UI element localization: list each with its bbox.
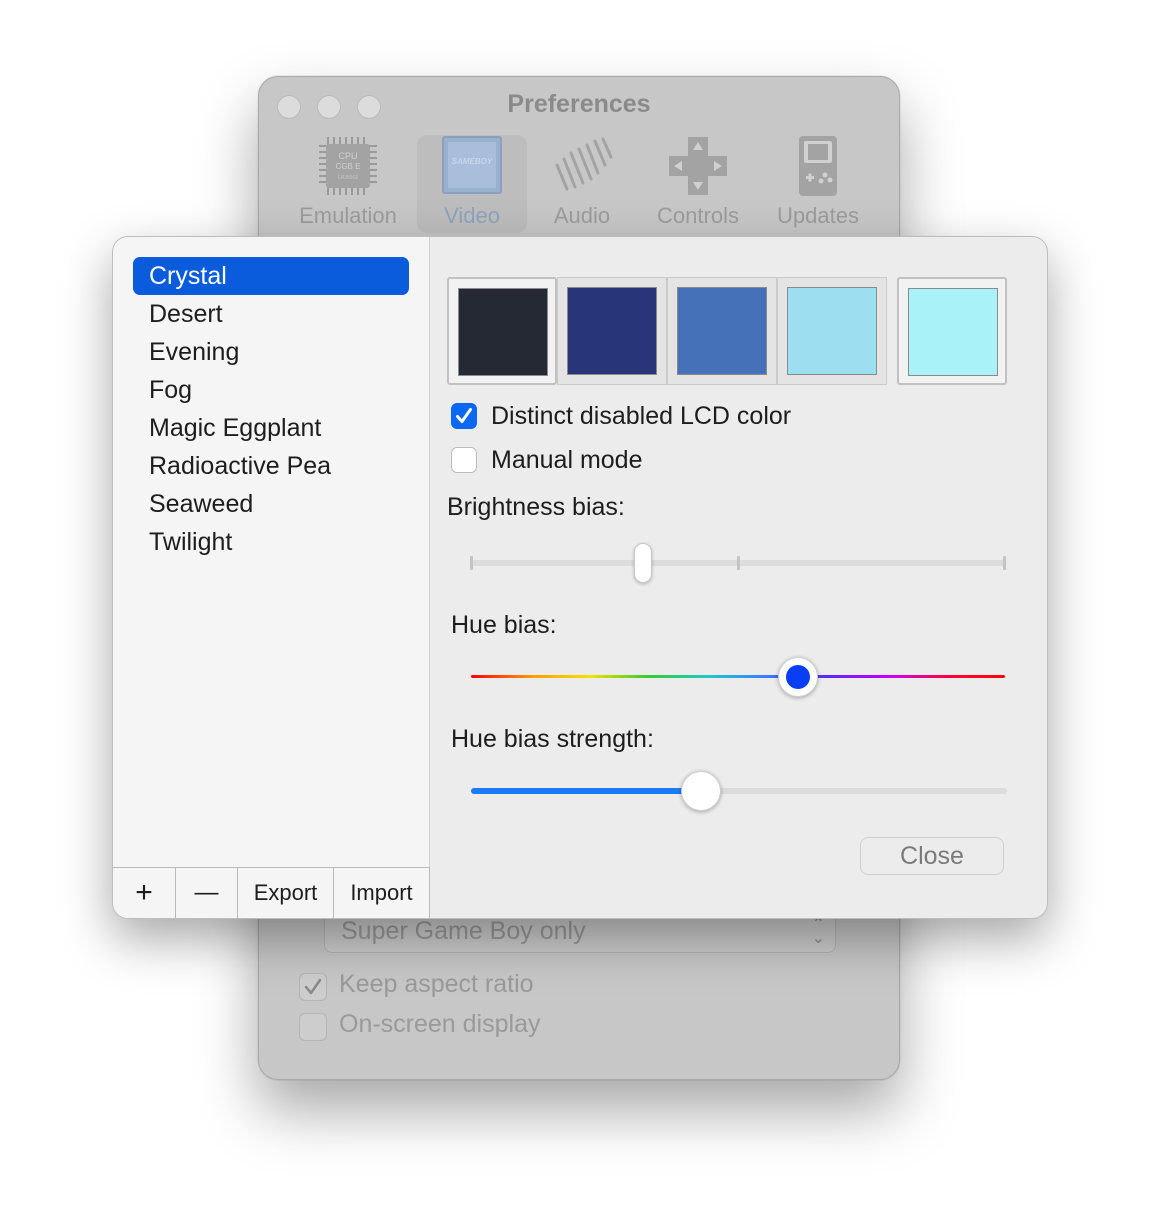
svg-text:LR35902: LR35902	[338, 175, 359, 181]
palette-item-crystal[interactable]: Crystal	[133, 257, 409, 295]
keep-aspect-ratio-label: Keep aspect ratio	[339, 970, 534, 998]
toolbar-updates-label: Updates	[777, 203, 859, 228]
color-swatch-0[interactable]	[458, 288, 548, 376]
toolbar-emulation-label: Emulation	[299, 203, 397, 228]
chevron-up-down-icon: ⌃ ⌄	[811, 916, 825, 947]
toolbar-controls[interactable]: Controls	[643, 135, 753, 233]
svg-text:CGB E: CGB E	[336, 162, 361, 171]
palette-item-fog[interactable]: Fog	[133, 371, 409, 409]
toolbar-controls-label: Controls	[657, 203, 739, 228]
hue-strength-slider-knob[interactable]	[681, 771, 722, 811]
distinct-disabled-checkbox[interactable]	[451, 403, 477, 429]
swatch-cell[interactable]	[667, 277, 777, 385]
on-screen-display-checkbox[interactable]	[299, 1013, 327, 1041]
distinct-disabled-label: Distinct disabled LCD color	[491, 402, 792, 430]
svg-text:CPU: CPU	[338, 151, 357, 161]
brightness-tick	[737, 556, 740, 570]
color-swatch-4[interactable]	[908, 288, 998, 376]
palette-list: Crystal Desert Evening Fog Magic Eggplan…	[113, 237, 430, 867]
display-icon: SAMEBOY	[442, 136, 502, 194]
brightness-tick	[470, 556, 473, 570]
toolbar-updates[interactable]: Updates	[763, 135, 873, 233]
gameboy-icon	[799, 136, 837, 196]
brightness-tick	[1003, 556, 1006, 570]
palette-item-twilight[interactable]: Twilight	[133, 523, 409, 561]
palette-swatches	[447, 277, 1007, 385]
cpu-chip-icon: CPU CGB E LR35902	[319, 137, 377, 195]
brightness-slider-knob[interactable]	[633, 543, 652, 583]
export-button[interactable]: Export	[238, 868, 334, 918]
toolbar-audio-label: Audio	[553, 203, 611, 228]
swatch-cell[interactable]	[777, 277, 887, 385]
palette-item-desert[interactable]: Desert	[133, 295, 409, 333]
on-screen-display-label: On-screen display	[339, 1010, 541, 1038]
checkmark-icon	[456, 408, 472, 423]
swatch-cell[interactable]	[557, 277, 667, 385]
color-swatch-3[interactable]	[787, 287, 877, 375]
palette-item-radioactive-pea[interactable]: Radioactive Pea	[133, 447, 409, 485]
toolbar-video-label: Video	[444, 203, 500, 228]
hue-slider-knob[interactable]	[777, 657, 818, 697]
sgb-border-popup[interactable]: Super Game Boy only ⌃ ⌄	[324, 913, 836, 953]
palette-item-seaweed[interactable]: Seaweed	[133, 485, 409, 523]
add-palette-button[interactable]: +	[113, 868, 176, 918]
checkmark-icon	[304, 978, 322, 995]
brightness-bias-label: Brightness bias:	[447, 493, 625, 521]
palette-item-magic-eggplant[interactable]: Magic Eggplant	[133, 409, 409, 447]
sgb-border-popup-value: Super Game Boy only	[341, 917, 586, 945]
hue-bias-label: Hue bias:	[451, 611, 557, 639]
toolbar-video[interactable]: SAMEBOY Video	[417, 135, 527, 233]
color-swatch-2[interactable]	[677, 287, 767, 375]
manual-mode-checkbox[interactable]	[451, 447, 477, 473]
hue-knob-dot	[785, 665, 810, 689]
speaker-grille-icon	[555, 137, 613, 191]
hue-bias-strength-label: Hue bias strength:	[451, 725, 654, 753]
toolbar-emulation[interactable]: CPU CGB E LR35902 Emulation	[293, 135, 403, 233]
manual-mode-label: Manual mode	[491, 446, 643, 474]
svg-text:SAMEBOY: SAMEBOY	[452, 157, 493, 166]
hue-strength-fill	[471, 788, 702, 794]
color-swatch-1[interactable]	[567, 287, 657, 375]
swatch-cell[interactable]	[897, 277, 1007, 385]
keep-aspect-ratio-checkbox[interactable]	[299, 973, 327, 1001]
dpad-icon	[669, 137, 727, 195]
window-title: Preferences	[507, 90, 651, 118]
palette-item-evening[interactable]: Evening	[133, 333, 409, 371]
swatch-cell[interactable]	[447, 277, 557, 385]
palette-editor-sheet: Crystal Desert Evening Fog Magic Eggplan…	[112, 236, 1048, 919]
toolbar-audio[interactable]: Audio	[527, 135, 637, 233]
palette-list-toolbar: + — Export Import	[113, 867, 430, 918]
import-button[interactable]: Import	[334, 868, 429, 918]
remove-palette-button[interactable]: —	[176, 868, 238, 918]
close-button[interactable]: Close	[860, 837, 1004, 875]
hue-track[interactable]	[471, 675, 1005, 678]
